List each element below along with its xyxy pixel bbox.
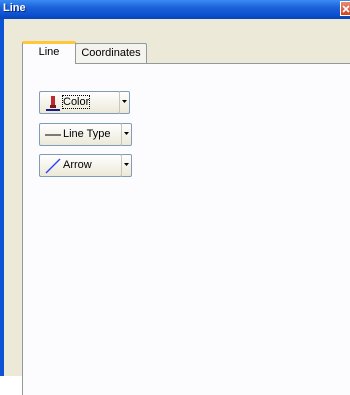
arrow-dropdown: Arrow <box>39 154 132 177</box>
arrow-label: Arrow <box>63 159 92 171</box>
chevron-down-icon <box>122 100 127 103</box>
line-type-label: Line Type <box>63 128 111 140</box>
color-dropdown: Color <box>39 91 130 114</box>
dialog-client-area: Line Coordinates Color Line Type Arrow <box>4 19 350 395</box>
close-icon <box>342 5 350 13</box>
diagonal-line-icon <box>45 158 61 174</box>
paint-bucket-icon <box>46 96 60 111</box>
title-bar[interactable]: Line <box>0 0 350 19</box>
tab-line[interactable]: Line <box>22 41 76 64</box>
horizontal-line-icon <box>45 134 61 136</box>
chevron-down-icon <box>124 163 129 166</box>
arrow-dropdown-arrow[interactable] <box>121 154 132 177</box>
color-button[interactable]: Color <box>39 91 120 114</box>
color-label: Color <box>61 95 91 109</box>
tab-line-label: Line <box>38 46 60 58</box>
line-type-button[interactable]: Line Type <box>39 123 122 146</box>
line-type-dropdown: Line Type <box>39 123 132 146</box>
line-type-dropdown-arrow[interactable] <box>121 123 132 146</box>
line-tab-panel: Color Line Type Arrow <box>22 63 350 395</box>
close-button[interactable] <box>340 1 350 16</box>
chevron-down-icon <box>124 132 129 135</box>
line-dialog-window: Line Line Coordinates Color Line Type Ar… <box>0 0 350 395</box>
color-dropdown-arrow[interactable] <box>119 91 130 114</box>
arrow-button[interactable]: Arrow <box>39 154 122 177</box>
tab-coordinates-label: Coordinates <box>81 47 141 59</box>
window-title: Line <box>3 2 26 14</box>
tab-coordinates[interactable]: Coordinates <box>75 43 147 64</box>
